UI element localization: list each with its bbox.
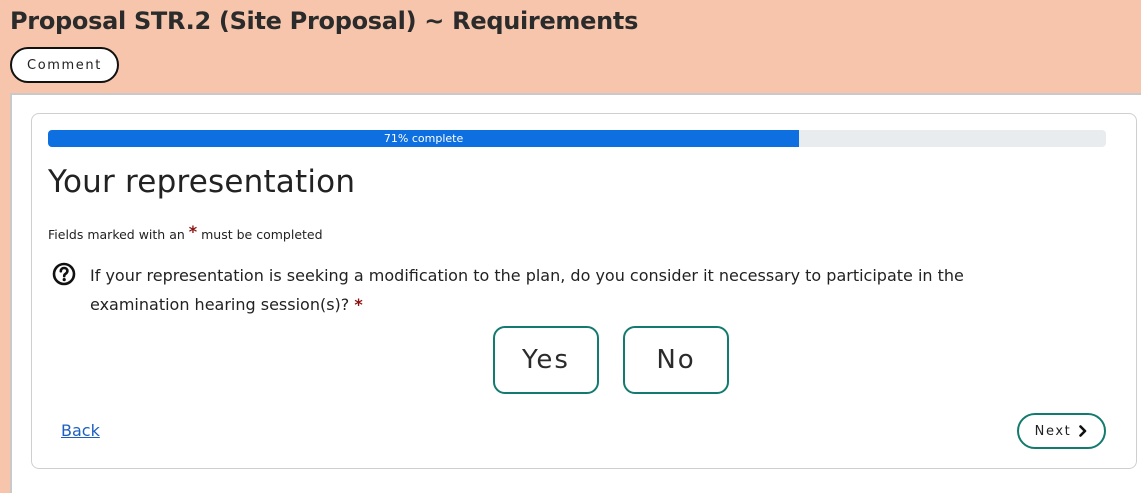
yes-option-button[interactable]: Yes <box>493 326 599 394</box>
question-required-asterisk: * <box>354 295 363 314</box>
question-text: If your representation is seeking a modi… <box>90 266 964 314</box>
progress-bar: 71% complete <box>48 130 1106 147</box>
page-title: Proposal STR.2 (Site Proposal) ~ Require… <box>10 7 639 35</box>
required-note-text-before: Fields marked with an <box>48 227 185 242</box>
form-card: 71% complete Your representation Fields … <box>31 113 1137 469</box>
chevron-right-icon <box>1078 425 1088 437</box>
question-label: If your representation is seeking a modi… <box>90 261 1050 319</box>
progress-bar-fill: 71% complete <box>48 130 800 147</box>
required-asterisk: * <box>188 222 198 241</box>
back-link[interactable]: Back <box>61 421 100 440</box>
required-fields-note: Fields marked with an * must be complete… <box>48 222 323 243</box>
required-note-text-after: must be completed <box>201 227 323 242</box>
comment-button[interactable]: Comment <box>10 47 119 83</box>
section-title: Your representation <box>48 164 356 200</box>
progress-label: 71% complete <box>383 132 464 145</box>
question-circle-icon[interactable] <box>52 262 76 286</box>
content-panel: 71% complete Your representation Fields … <box>10 93 1141 493</box>
next-button[interactable]: Next <box>1017 413 1106 449</box>
no-option-button[interactable]: No <box>623 326 729 394</box>
next-button-label: Next <box>1034 423 1072 439</box>
